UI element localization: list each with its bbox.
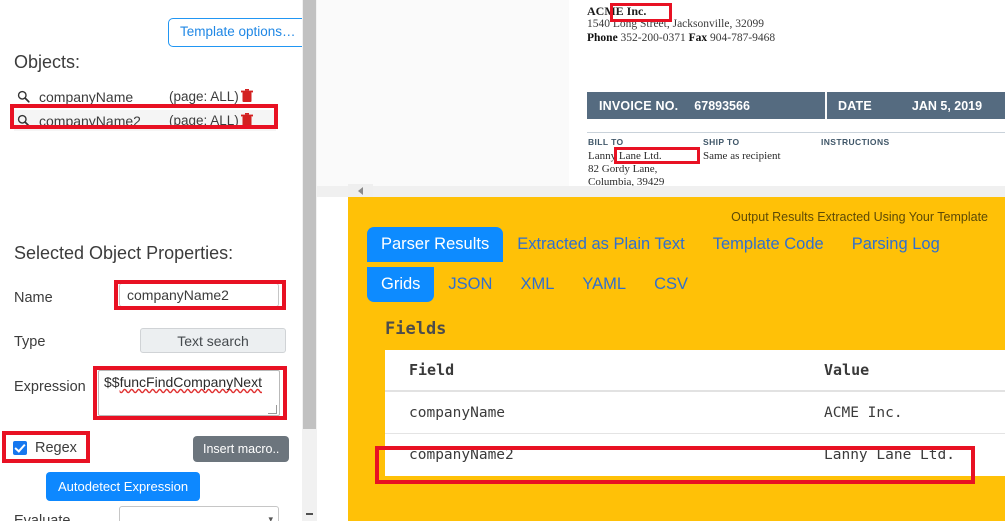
template-options-button[interactable]: Template options… — [168, 18, 302, 47]
expression-field-label: Expression — [14, 379, 86, 395]
invoice-date-cell: DATE JAN 5, 2019 — [827, 99, 982, 113]
document-page: ACME Inc. 1540 Long Street, Jacksonville… — [569, 0, 1005, 189]
template-editor-panel: Template options… Objects: companyName (… — [0, 0, 302, 521]
object-name-label: companyName2 — [39, 112, 141, 129]
object-name-label: companyName — [39, 88, 134, 105]
cell-value: Lanny Lane Ltd. — [824, 447, 955, 463]
fields-table: Field Value companyName ACME Inc. compan… — [385, 350, 1005, 476]
results-caption: Output Results Extracted Using Your Temp… — [731, 210, 988, 224]
invoice-no-label: INVOICE NO. — [599, 98, 679, 113]
tab-json[interactable]: JSON — [434, 267, 506, 302]
invoice-header-bar: INVOICE NO. 67893566 DATE JAN 5, 2019 — [587, 92, 1005, 119]
ship-to-value: Same as recipient — [703, 150, 781, 162]
object-page-label: (page: ALL) — [169, 89, 239, 104]
regex-label: Regex — [35, 440, 77, 456]
object-page-label: (page: ALL) — [169, 113, 239, 128]
fields-heading: Fields — [385, 319, 447, 339]
regex-checkbox[interactable] — [13, 441, 27, 455]
type-select[interactable]: Text search — [140, 328, 286, 353]
tab-grids[interactable]: Grids — [367, 267, 435, 302]
trash-icon[interactable] — [241, 112, 253, 129]
trash-icon[interactable] — [241, 88, 253, 105]
tab-parsing-log[interactable]: Parsing Log — [838, 227, 954, 262]
invoice-no-value: 67893566 — [694, 98, 750, 113]
expression-body: funcFindCompanyNext — [119, 374, 262, 390]
instructions-label: INSTRUCTIONS — [821, 137, 890, 147]
chevron-left-icon — [358, 186, 363, 195]
bottom-field-label: Evaluate — [14, 513, 71, 521]
object-list-item[interactable]: companyName (page: ALL) — [14, 86, 276, 107]
table-row[interactable]: companyName ACME Inc. — [385, 392, 1005, 434]
bill-to-block: Lanny Lane Ltd. 82 Gordy Lane, Columbia,… — [588, 150, 696, 189]
date-label: DATE — [838, 98, 872, 113]
collapse-panel-handle[interactable] — [348, 184, 373, 197]
chevron-down-icon: ▾ — [268, 514, 273, 521]
regex-checkbox-row[interactable]: Regex — [13, 440, 77, 456]
template-options-wrapper: Template options… — [168, 18, 302, 47]
invoice-number-cell: INVOICE NO. 67893566 — [587, 99, 825, 113]
bill-to-company: Lanny Lane Ltd. — [588, 150, 662, 162]
cell-value: ACME Inc. — [824, 404, 903, 421]
date-value: JAN 5, 2019 — [911, 98, 983, 113]
object-list-item-selected[interactable]: companyName2 (page: ALL) — [14, 110, 276, 131]
expression-textarea[interactable]: $$funcFindCompanyNext — [98, 370, 280, 416]
tab-extracted-plain-text[interactable]: Extracted as Plain Text — [503, 227, 699, 262]
name-input[interactable] — [119, 283, 279, 307]
selected-object-properties-heading: Selected Object Properties: — [14, 243, 234, 263]
search-icon — [14, 112, 32, 130]
column-header-field: Field — [409, 361, 455, 379]
insert-macro-button[interactable]: Insert macro.. — [193, 436, 290, 462]
expression-prefix: $$ — [104, 374, 120, 390]
type-select-value: Text search — [177, 332, 249, 349]
panel-divider-strip — [317, 186, 1005, 197]
phone-label: Phone — [587, 32, 618, 44]
cell-field: companyName2 — [409, 447, 514, 463]
tab-csv[interactable]: CSV — [640, 267, 702, 302]
resize-handle-icon[interactable] — [268, 405, 277, 414]
tab-parser-results[interactable]: Parser Results — [367, 227, 504, 262]
name-field-label: Name — [14, 290, 53, 306]
type-field-label: Type — [14, 334, 46, 350]
table-header-row: Field Value — [385, 350, 1005, 392]
document-company-address: 1540 Long Street, Jacksonville, 32099 — [587, 18, 764, 30]
tab-yaml[interactable]: YAML — [568, 267, 640, 302]
table-row[interactable]: companyName2 Lanny Lane Ltd. — [385, 434, 1005, 476]
document-preview-area: ACME Inc. 1540 Long Street, Jacksonville… — [317, 0, 1005, 192]
tab-xml[interactable]: XML — [506, 267, 568, 302]
scrollbar-thumb[interactable] — [303, 0, 316, 429]
column-header-value: Value — [824, 361, 870, 379]
primary-tab-bar: Parser Results Extracted as Plain Text T… — [367, 227, 954, 262]
scrollbar-down-arrow-icon[interactable] — [302, 506, 317, 521]
document-company-contact: Phone 352-200-0371 Fax 904-787-9468 — [587, 32, 775, 44]
search-icon — [14, 88, 32, 106]
editor-scrollbar[interactable] — [302, 0, 317, 521]
document-company-name: ACME Inc. — [587, 4, 647, 18]
document-rule — [587, 132, 1005, 133]
cell-field: companyName — [409, 404, 506, 421]
phone-value: 352-200-0371 — [620, 32, 686, 44]
autodetect-expression-button[interactable]: Autodetect Expression — [46, 472, 201, 501]
results-panel: Output Results Extracted Using Your Temp… — [348, 197, 1005, 521]
secondary-tab-bar: Grids JSON XML YAML CSV — [367, 267, 702, 302]
ship-to-label: SHIP TO — [703, 137, 740, 147]
bottom-select[interactable]: ▾ — [119, 506, 279, 521]
tab-template-code[interactable]: Template Code — [699, 227, 838, 262]
objects-heading: Objects: — [14, 52, 81, 72]
app-root: Template options… Objects: companyName (… — [0, 0, 1005, 521]
fax-label: Fax — [688, 32, 708, 44]
fax-value: 904-787-9468 — [710, 32, 776, 44]
bill-to-label: BILL TO — [588, 137, 624, 147]
